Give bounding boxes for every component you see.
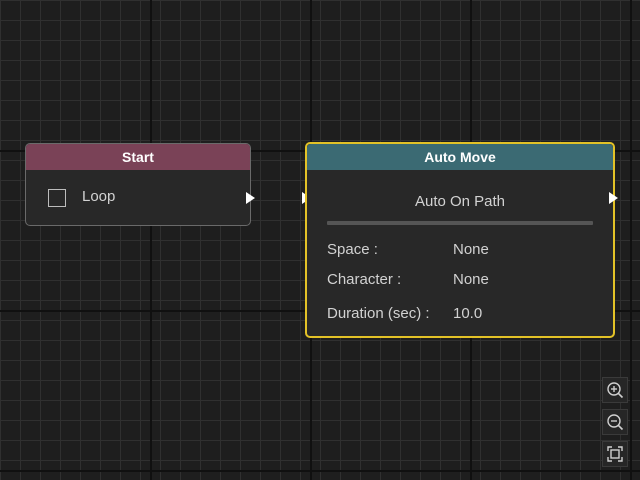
- zoom-in-button[interactable]: [602, 377, 628, 403]
- start-node[interactable]: Start Loop: [25, 143, 251, 226]
- fit-view-button[interactable]: [602, 441, 628, 467]
- zoom-in-icon: [607, 382, 624, 399]
- zoom-out-icon: [607, 414, 624, 431]
- character-label: Character :: [327, 271, 402, 288]
- start-node-title: Start: [26, 144, 250, 170]
- loop-checkbox[interactable]: [48, 189, 66, 207]
- start-output-port[interactable]: [246, 192, 255, 204]
- node-divider: [327, 221, 593, 225]
- zoom-out-button[interactable]: [602, 409, 628, 435]
- loop-label: Loop: [82, 188, 116, 205]
- fit-view-icon: [607, 446, 623, 462]
- auto-move-node[interactable]: Auto Move Auto On Path Space : None Char…: [305, 142, 615, 338]
- auto-move-node-title: Auto Move: [307, 144, 613, 170]
- auto-move-output-port[interactable]: [609, 192, 618, 204]
- space-label: Space :: [327, 241, 378, 258]
- graph-canvas[interactable]: Start Loop Auto Move Auto On Path Space …: [0, 0, 640, 480]
- space-value[interactable]: None: [453, 241, 489, 258]
- auto-move-subtitle: Auto On Path: [414, 193, 506, 210]
- duration-label: Duration (sec) :: [327, 305, 430, 322]
- duration-value[interactable]: 10.0: [453, 305, 482, 322]
- character-value[interactable]: None: [453, 271, 489, 288]
